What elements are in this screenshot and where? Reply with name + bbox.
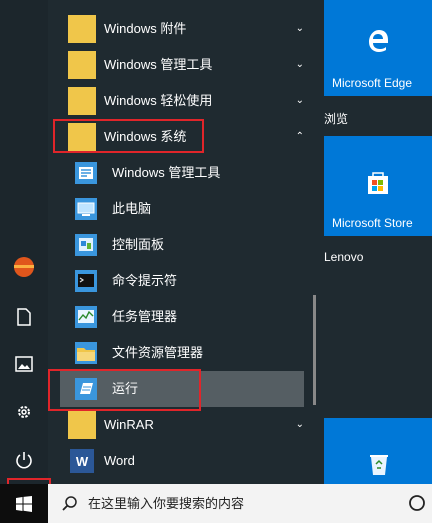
chevron-up-icon: ⌃ [295, 131, 304, 142]
tile-recycle-bin[interactable] [324, 418, 432, 484]
recycle-bin-icon [370, 455, 388, 475]
search-icon [62, 496, 77, 511]
list-item-label: 任务管理器 [112, 309, 178, 324]
list-item-label: 命令提示符 [112, 273, 178, 288]
windows-logo-icon [16, 495, 32, 512]
list-item-task-manager[interactable]: 任务管理器 [48, 299, 316, 335]
list-item-label: Windows 管理工具 [112, 165, 221, 180]
tile-label: Microsoft Edge [332, 76, 413, 90]
power-icon [16, 452, 32, 469]
list-item-control-panel[interactable]: 控制面板 [48, 227, 316, 263]
list-item-word[interactable]: W Word [48, 443, 316, 479]
cortana-icon[interactable] [408, 494, 426, 512]
list-item-label: WinRAR [104, 417, 154, 432]
user-avatar[interactable] [0, 243, 48, 291]
store-icon [368, 172, 388, 194]
list-item-label: 文件资源管理器 [112, 345, 204, 360]
tile-group-title: Lenovo [324, 250, 364, 264]
list-item-admin-tools[interactable]: Windows 管理工具 [48, 155, 316, 191]
pictures-button[interactable] [0, 340, 48, 388]
start-button[interactable] [0, 484, 48, 523]
svg-text:W: W [76, 454, 89, 469]
list-item-windows-admin-tools[interactable]: Windows 管理工具 ⌄ [48, 47, 316, 83]
avatar-icon [14, 257, 34, 277]
power-button[interactable] [0, 436, 48, 484]
control-panel-icon [75, 234, 97, 256]
search-box[interactable]: 在这里输入你要搜索的内容 [48, 484, 432, 523]
chevron-down-icon: ⌄ [295, 23, 304, 34]
highlight-windows-system [53, 119, 204, 153]
list-item-label: Windows 附件 [104, 21, 187, 36]
word-icon: W [70, 449, 94, 473]
folder-icon [68, 87, 96, 115]
list-item-file-explorer[interactable]: 文件资源管理器 [48, 335, 316, 371]
list-item-windows-accessories[interactable]: Windows 附件 ⌄ [48, 11, 316, 47]
documents-button[interactable] [0, 293, 48, 341]
gear-icon [18, 406, 30, 418]
pictures-icon [15, 356, 33, 372]
tile-group-title: 浏览 [324, 112, 349, 126]
chevron-down-icon: ⌄ [295, 95, 304, 106]
folder-icon [68, 51, 96, 79]
search-placeholder: 在这里输入你要搜索的内容 [88, 496, 245, 511]
chevron-down-icon: ⌄ [295, 59, 304, 70]
chevron-down-icon: ⌄ [295, 419, 304, 430]
tile-microsoft-store[interactable]: Microsoft Store [324, 136, 432, 236]
app-list: Windows 附件 ⌄ Windows 管理工具 ⌄ Windows 轻松使用… [48, 0, 316, 484]
tile-microsoft-edge[interactable]: Microsoft Edge [324, 0, 432, 96]
file-explorer-icon [75, 342, 97, 364]
edge-icon [369, 30, 388, 52]
tiles-area: Microsoft Edge 浏览 Microsoft Store Lenovo [316, 0, 432, 484]
list-item-label: Windows 管理工具 [104, 57, 213, 72]
folder-icon [68, 411, 96, 439]
highlight-run [48, 369, 201, 411]
list-item-label: Windows 轻松使用 [104, 93, 213, 108]
command-prompt-icon [75, 270, 97, 292]
list-item-this-pc[interactable]: 此电脑 [48, 191, 316, 227]
list-item-command-prompt[interactable]: 命令提示符 [48, 263, 316, 299]
list-item-label: 此电脑 [112, 201, 152, 216]
list-item-label: Word [104, 453, 135, 468]
list-item-label: 控制面板 [112, 237, 165, 252]
folder-icon [68, 15, 96, 43]
settings-button[interactable] [0, 388, 48, 436]
list-item-windows-ease-of-access[interactable]: Windows 轻松使用 ⌄ [48, 83, 316, 119]
task-manager-icon [75, 306, 97, 328]
taskbar: 在这里输入你要搜索的内容 [0, 484, 432, 523]
admin-tools-icon [75, 162, 97, 184]
list-item-winrar[interactable]: WinRAR ⌄ [48, 407, 316, 443]
tile-label: Microsoft Store [332, 216, 413, 230]
this-pc-icon [75, 198, 97, 220]
start-left-rail [0, 0, 48, 484]
document-icon [17, 308, 31, 326]
